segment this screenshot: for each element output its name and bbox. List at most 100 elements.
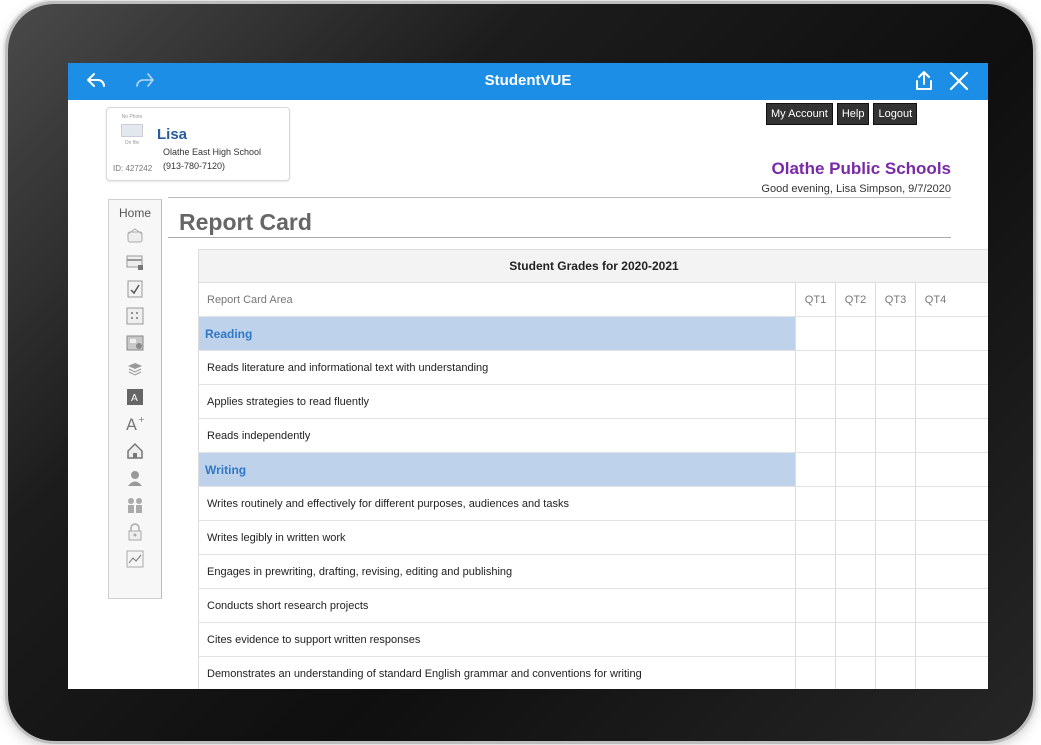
grade-cell xyxy=(915,419,955,452)
grade-cell xyxy=(875,385,915,418)
app-title: StudentVUE xyxy=(484,72,572,89)
table-row: Conducts short research projects xyxy=(199,589,988,623)
grade-cell xyxy=(795,453,835,486)
grade-cell xyxy=(915,385,955,418)
student-name: Lisa xyxy=(157,126,188,143)
grade-cell xyxy=(875,589,915,622)
grade-cell xyxy=(835,623,875,656)
district-name: Olathe Public Schools xyxy=(771,159,951,178)
grade-cell xyxy=(795,487,835,520)
grade-cell xyxy=(915,657,955,689)
table-title: Student Grades for 2020-2021 xyxy=(199,249,988,283)
grade-cell xyxy=(915,623,955,656)
header-nav: My Account Help Logout xyxy=(766,103,918,125)
table-row: Writes legibly in written work xyxy=(199,521,988,555)
logout-button[interactable]: Logout xyxy=(873,103,918,125)
grade-cell xyxy=(795,657,835,689)
credit-card-icon[interactable] xyxy=(125,252,145,272)
grade-cell xyxy=(875,317,915,350)
grade-cell xyxy=(875,487,915,520)
app-screen: StudentVUE No Photo On file ID: 427242 L… xyxy=(68,63,988,689)
grade-cell xyxy=(835,317,875,350)
grade-cell xyxy=(915,589,955,622)
table-row: Cites evidence to support written respon… xyxy=(199,623,988,657)
grade-cell xyxy=(835,453,875,486)
grade-cell xyxy=(915,351,955,384)
photo-text-no-photo: No Photo xyxy=(121,114,143,120)
photo-icon xyxy=(121,124,143,137)
grade-cell xyxy=(915,521,955,554)
report-card-icon[interactable]: A xyxy=(125,387,145,407)
parent-icon[interactable] xyxy=(125,495,145,515)
class-schedule-icon[interactable] xyxy=(125,306,145,326)
report-area-label: Conducts short research projects xyxy=(207,599,369,612)
student-card[interactable]: No Photo On file ID: 427242 Lisa Olathe … xyxy=(106,107,290,181)
page-title: Report Card xyxy=(179,209,312,235)
grade-cell xyxy=(795,589,835,622)
section-row-writing: Writing xyxy=(199,453,988,487)
sidebar-home-label[interactable]: Home xyxy=(109,206,161,220)
grade-cell xyxy=(915,555,955,588)
grade-cell xyxy=(915,317,955,350)
header-divider xyxy=(168,197,951,198)
table-row: Reads literature and informational text … xyxy=(199,351,988,385)
student-info-icon[interactable] xyxy=(125,468,145,488)
column-header-qt3: QT3 xyxy=(875,283,915,316)
report-area-label: Cites evidence to support written respon… xyxy=(207,633,421,646)
grade-cell xyxy=(795,521,835,554)
grade-cell xyxy=(875,453,915,486)
student-id: ID: 427242 xyxy=(113,164,153,173)
column-header-area: Report Card Area xyxy=(207,293,293,306)
grade-cell xyxy=(795,555,835,588)
lock-icon[interactable] xyxy=(125,522,145,542)
help-button[interactable]: Help xyxy=(836,103,870,125)
column-header-qt1: QT1 xyxy=(795,283,835,316)
grade-cell xyxy=(835,385,875,418)
school-info-icon[interactable] xyxy=(125,441,145,461)
grade-cell xyxy=(795,351,835,384)
grade-cell xyxy=(835,351,875,384)
grade-book-icon[interactable] xyxy=(125,333,145,353)
report-area-label: Reads independently xyxy=(207,429,311,442)
grade-cell xyxy=(835,487,875,520)
svg-text:A: A xyxy=(131,393,138,404)
chart-icon[interactable] xyxy=(125,549,145,569)
home-icon[interactable] xyxy=(125,225,145,245)
report-area-label: Writes legibly in written work xyxy=(207,531,346,544)
section-row-reading: Reading xyxy=(199,317,988,351)
svg-text:+: + xyxy=(138,415,145,424)
report-card-table: Student Grades for 2020-2021 Report Card… xyxy=(198,249,988,689)
greeting-text: Good evening, Lisa Simpson, 9/7/2020 xyxy=(761,183,951,195)
share-icon[interactable] xyxy=(912,69,936,93)
report-area-label: Writes routinely and effectively for dif… xyxy=(207,497,569,510)
report-area-label: Engages in prewriting, drafting, revisin… xyxy=(207,565,513,578)
section-label: Reading xyxy=(199,317,795,350)
student-school: Olathe East High School xyxy=(163,147,262,157)
checklist-icon[interactable] xyxy=(125,279,145,299)
grade-cell xyxy=(835,521,875,554)
grade-cell xyxy=(835,419,875,452)
table-header-row: Report Card Area QT1 QT2 QT3 QT4 xyxy=(199,283,988,317)
report-area-label: Demonstrates an understanding of standar… xyxy=(207,667,642,680)
grade-cell xyxy=(875,623,915,656)
grade-cell xyxy=(875,419,915,452)
my-account-button[interactable]: My Account xyxy=(766,103,833,125)
grade-cell xyxy=(915,487,955,520)
close-icon[interactable] xyxy=(947,69,971,93)
report-area-label: Applies strategies to read fluently xyxy=(207,395,370,408)
student-phone: (913-780-7120) xyxy=(163,161,226,171)
grade-cell xyxy=(795,419,835,452)
table-row: Demonstrates an understanding of standar… xyxy=(199,657,988,689)
column-header-qt2: QT2 xyxy=(835,283,875,316)
grade-cell xyxy=(875,555,915,588)
grade-cell xyxy=(795,623,835,656)
grade-cell xyxy=(875,521,915,554)
column-header-qt4: QT4 xyxy=(915,283,955,316)
photo-text-on-file: On file xyxy=(124,140,140,146)
course-history-icon[interactable] xyxy=(125,360,145,380)
table-row: Writes routinely and effectively for dif… xyxy=(199,487,988,521)
table-row: Applies strategies to read fluently xyxy=(199,385,988,419)
grade-cell xyxy=(835,555,875,588)
grade-cell xyxy=(915,453,955,486)
test-scores-icon[interactable]: A + xyxy=(125,414,145,434)
